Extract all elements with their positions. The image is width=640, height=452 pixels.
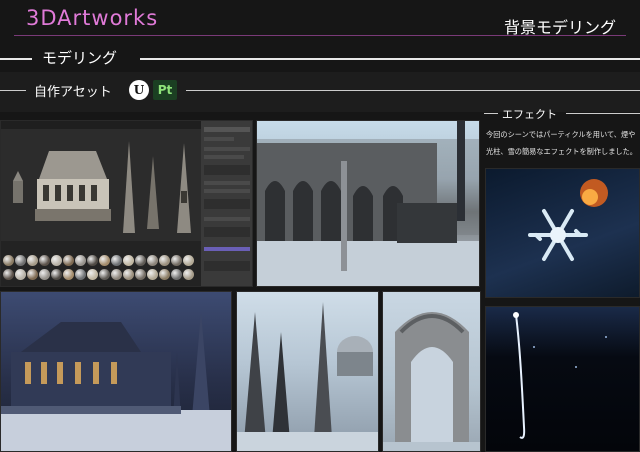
material-swatch[interactable] [123,269,134,280]
material-swatch[interactable] [39,255,50,266]
material-swatch[interactable] [27,255,38,266]
subsection-divider-right [186,90,640,91]
material-swatch[interactable] [63,269,74,280]
brand-title: 3DArtworks [26,6,159,30]
material-swatch[interactable] [3,255,14,266]
material-swatch[interactable] [171,269,182,280]
material-swatch[interactable] [27,269,38,280]
material-swatch[interactable] [39,269,50,280]
effects-divider-left [484,113,498,114]
material-swatch[interactable] [51,269,62,280]
material-swatch[interactable] [183,269,194,280]
material-swatch[interactable] [147,269,158,280]
material-swatch[interactable] [171,255,182,266]
material-swatch[interactable] [15,255,26,266]
material-swatch[interactable] [159,255,170,266]
material-swatch[interactable] [75,269,86,280]
material-swatch[interactable] [3,269,14,280]
light-trail-effect-image [485,306,640,452]
subsection-title: 自作アセット [34,85,112,100]
snowflake-effect-image [485,168,640,298]
material-swatch[interactable] [183,255,194,266]
material-swatch[interactable] [123,255,134,266]
unreal-engine-logo-icon: U [129,80,149,100]
spires-scene-image [236,291,379,452]
material-swatch[interactable] [99,255,110,266]
arch-scene-image [382,291,481,452]
ruins-scene-image [256,120,480,287]
material-swatch[interactable] [87,255,98,266]
section-title: モデリング [42,49,118,67]
section-divider-right [140,58,640,60]
material-swatch[interactable] [15,269,26,280]
material-swatch[interactable] [51,255,62,266]
effects-title: エフェクト [502,108,557,121]
editor-screenshot [0,120,253,287]
material-swatch[interactable] [135,269,146,280]
material-swatch[interactable] [147,255,158,266]
material-swatches [3,251,199,285]
material-swatch[interactable] [159,269,170,280]
cathedral-night-image [0,291,232,452]
effects-divider-right [566,113,640,114]
subsection-divider-left [0,90,26,91]
effects-description: 今回のシーンではパーティクルを用いて、煙や光柱、雪の簡易なエフェクトを制作しまし… [486,130,637,156]
editor-details-panel [201,121,252,286]
page-title: 背景モデリング [503,18,616,37]
section-divider-left [0,58,32,60]
material-swatch[interactable] [135,255,146,266]
material-swatch[interactable] [99,269,110,280]
substance-painter-logo-icon: Pt [153,80,177,100]
material-swatch[interactable] [63,255,74,266]
editor-viewport [1,121,201,241]
material-swatch[interactable] [111,269,122,280]
material-swatch[interactable] [87,269,98,280]
material-swatch[interactable] [111,255,122,266]
material-swatch[interactable] [75,255,86,266]
